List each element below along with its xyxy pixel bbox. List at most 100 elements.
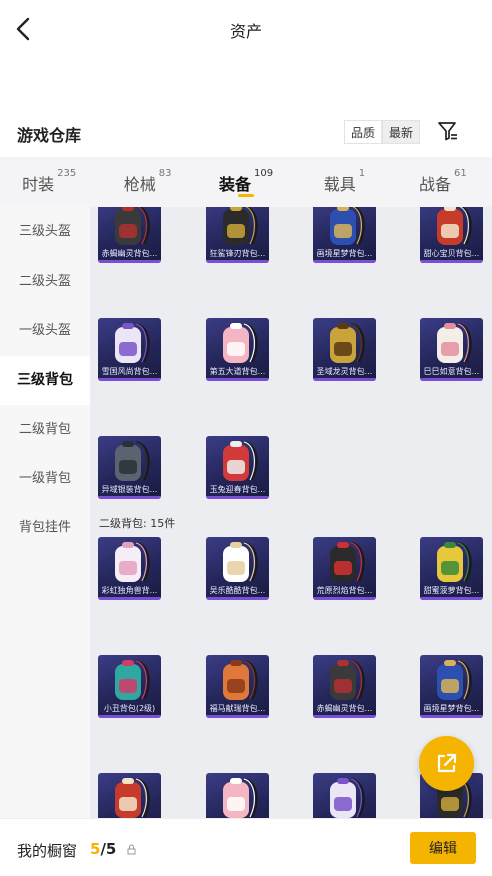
clown-backpack-icon (115, 659, 150, 700)
unicorn-backpack-icon (115, 541, 150, 582)
item-name: 狂鲨锋刃背包... (209, 249, 266, 258)
lock-icon (127, 844, 136, 855)
gold-dragon-backpack-icon (330, 322, 365, 363)
item-tile[interactable]: 赤蝎幽灵背包... (98, 207, 161, 263)
sort-toggle: 品质 最新 (344, 120, 421, 144)
showcase-bar: 我的橱窗 5/5 编辑 (0, 818, 492, 876)
tab-count: 61 (453, 168, 467, 179)
item-tile[interactable] (206, 773, 269, 818)
side-item-level2-backpack[interactable]: 二级背包 (0, 405, 90, 454)
tab-equipment[interactable]: 装备 109 (197, 157, 295, 207)
item-tile[interactable]: 巳巳如意背包... (420, 318, 483, 381)
side-item-level3-helmet[interactable]: 三级头盔 (0, 207, 90, 256)
item-tile[interactable]: 狂鲨锋刃背包... (206, 207, 269, 263)
tab-guns[interactable]: 枪械 83 (98, 157, 196, 207)
item-grid: 二级背包: 15件 赤蝎幽灵背包... 狂鲨锋刃背包... 画境星梦背包... 甜心宝… (90, 207, 492, 818)
item-name: 画境星梦背包... (423, 704, 480, 713)
tab-label: 装备 (218, 175, 251, 194)
top-bar: 资产 (0, 0, 492, 58)
item-name: 赤蝎幽灵背包... (101, 249, 158, 258)
orange-horse-backpack-icon (223, 659, 258, 700)
sort-latest-button[interactable]: 最新 (382, 120, 421, 144)
tab-label: 战备 (418, 175, 451, 194)
purple-snow-backpack-icon (115, 322, 150, 363)
showcase-label: 我的橱窗 (17, 842, 78, 860)
item-tile[interactable]: 圣域龙灵背包... (313, 318, 376, 381)
tab-label: 枪械 (123, 175, 156, 194)
sort-quality-button[interactable]: 品质 (344, 120, 383, 144)
item-tile[interactable]: 画境星梦背包... (313, 207, 376, 263)
grey-tech-backpack-icon (115, 440, 150, 481)
side-item-level2-helmet[interactable]: 二级头盔 (0, 257, 90, 306)
item-tile[interactable]: 甜蜜菠萝背包... (420, 537, 483, 600)
dark-red-backpack-icon (330, 659, 365, 700)
item-tile[interactable]: 异域银装背包... (98, 436, 161, 499)
tab-label: 时装 (22, 175, 55, 194)
item-tile[interactable]: 荒原烈焰背包... (313, 537, 376, 600)
item-tile[interactable]: 玉兔迎春背包... (206, 436, 269, 499)
side-nav: 三级头盔 二级头盔 一级头盔 三级背包 二级背包 一级背包 背包挂件 (0, 207, 90, 818)
edit-button[interactable]: 编辑 (410, 832, 476, 864)
tab-count: 109 (253, 168, 274, 179)
white-pink-backpack-icon (437, 322, 472, 363)
tab-label: 载具 (323, 175, 356, 194)
tab-count: 235 (57, 168, 77, 179)
category-tabs: 时装 235 枪械 83 装备 109 载具 1 战备 61 (0, 157, 492, 207)
page-title: 资产 (229, 22, 262, 41)
flame-backpack-icon (330, 541, 365, 582)
item-name: 异域银装背包... (101, 485, 158, 494)
item-tile[interactable] (313, 773, 376, 818)
red-cake-backpack-icon (437, 207, 472, 245)
warehouse-title: 游戏仓库 (17, 126, 82, 145)
tab-fashion[interactable]: 时装 235 (0, 157, 98, 207)
item-tile[interactable]: 第五大道背包... (206, 318, 269, 381)
red-cake-backpack-icon (115, 777, 150, 818)
item-name: 荒原烈焰背包... (316, 586, 373, 595)
item-name: 福马献瑞背包... (209, 704, 266, 713)
tab-vehicles[interactable]: 载具 1 (295, 157, 393, 207)
item-tile[interactable]: 福马献瑞背包... (206, 655, 269, 718)
red-white-backpack-icon (223, 440, 258, 481)
item-tile[interactable]: 小丑背包(2级) (98, 655, 161, 718)
item-name: 彩虹独角兽背... (101, 586, 158, 595)
share-button[interactable] (419, 736, 474, 791)
blue-gold-backpack-icon (437, 659, 472, 700)
tab-count: 83 (158, 168, 172, 179)
item-name: 画境星梦背包... (316, 249, 373, 258)
tab-supplies[interactable]: 战备 61 (394, 157, 492, 207)
side-item-level3-backpack[interactable]: 三级背包 (0, 356, 90, 405)
item-name: 雪国风尚背包... (101, 367, 158, 376)
item-name: 甜心宝贝背包... (423, 249, 480, 258)
side-item-level1-backpack[interactable]: 一级背包 (0, 454, 90, 503)
pink-backpack-icon (223, 322, 258, 363)
item-name: 玉兔迎春背包... (209, 485, 266, 494)
item-name: 甜蜜菠萝背包... (423, 586, 480, 595)
purple-snow-backpack-icon (330, 777, 365, 818)
item-tile[interactable]: 赤蝎幽灵背包... (313, 655, 376, 718)
dark-red-backpack-icon (115, 207, 150, 245)
item-tile[interactable]: 甜心宝贝背包... (420, 207, 483, 263)
item-name: 小丑背包(2级) (103, 704, 156, 713)
item-tile[interactable]: 吴乐酷酷背包... (206, 537, 269, 600)
white-round-backpack-icon (223, 541, 258, 582)
item-tile[interactable]: 画境星梦背包... (420, 655, 483, 718)
pineapple-backpack-icon (437, 541, 472, 582)
tab-count: 1 (358, 168, 366, 179)
showcase-count: 5/5 (90, 840, 116, 858)
blue-gold-backpack-icon (330, 207, 365, 245)
item-name: 巳巳如意背包... (423, 367, 480, 376)
side-item-level1-helmet[interactable]: 一级头盔 (0, 306, 90, 355)
section-label-level2: 二级背包: 15件 (99, 517, 176, 530)
item-name: 赤蝎幽灵背包... (316, 704, 373, 713)
item-name: 第五大道背包... (209, 367, 266, 376)
asset-page: 资产 游戏仓库 品质 最新 时装 235 枪械 83 装备 109 载具 1 战备 61 … (0, 0, 492, 876)
item-tile[interactable]: 彩虹独角兽背... (98, 537, 161, 600)
item-name: 圣域龙灵背包... (316, 367, 373, 376)
side-item-backpack-charm[interactable]: 背包挂件 (0, 503, 90, 552)
showcase-total: 5 (105, 840, 117, 858)
active-tab-indicator (238, 194, 255, 197)
shark-backpack-icon (223, 207, 258, 245)
filter-icon[interactable] (436, 119, 460, 143)
item-tile[interactable]: 雪国风尚背包... (98, 318, 161, 381)
item-tile[interactable] (98, 773, 161, 818)
